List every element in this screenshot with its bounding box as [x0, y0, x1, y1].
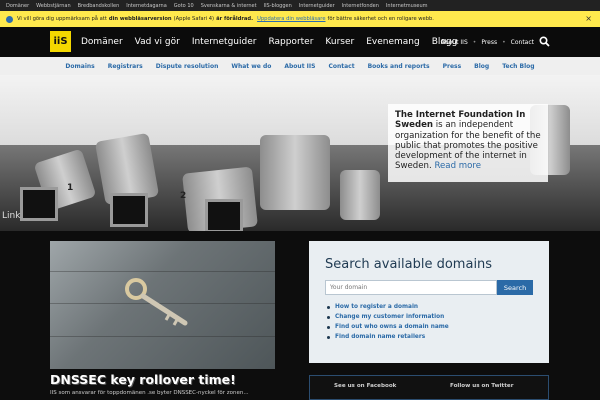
subnav-registrars[interactable]: Registrars: [108, 63, 143, 70]
network-port: [20, 187, 58, 221]
nav-item-domaner[interactable]: Domäner: [81, 37, 123, 47]
nav-item-kurser[interactable]: Kurser: [325, 37, 354, 47]
domain-search-input[interactable]: [325, 280, 498, 295]
port-number: 1: [67, 183, 74, 193]
nav-item-rapporter[interactable]: Rapporter: [268, 37, 313, 47]
twitter-link[interactable]: Follow us on Twitter: [450, 383, 513, 389]
top-link-goto10[interactable]: Goto 10: [174, 3, 194, 9]
top-link-internetfonden[interactable]: Internetfonden: [342, 3, 379, 9]
link-change-customer-info[interactable]: Change my customer information: [327, 312, 533, 322]
nav-item-vad-vi-gor[interactable]: Vad vi gör: [135, 37, 180, 47]
nav-separator: •: [472, 38, 477, 46]
domain-search-box: Search available domains Search How to r…: [309, 241, 549, 363]
info-icon: [6, 15, 13, 23]
alert-middle-text: (Apple Safari 4): [173, 16, 215, 22]
subnav-about-iis[interactable]: About IIS: [284, 63, 315, 70]
facebook-link[interactable]: See us on Facebook: [334, 383, 396, 389]
read-more-link[interactable]: Read more: [434, 161, 481, 171]
update-browser-link[interactable]: Uppdatera din webbläsare: [257, 16, 325, 22]
alert-text-before: Vi vill göra dig uppmärksam på att: [17, 16, 107, 22]
link-find-retailers[interactable]: Find domain name retailers: [327, 332, 533, 342]
top-links-bar: Domäner Webbstjärnan Bredbandskollen Int…: [0, 0, 600, 11]
close-icon[interactable]: ×: [585, 14, 592, 23]
alert-text-after: för bättre säkerhet och en roligare webb…: [327, 16, 434, 22]
domain-search-row: Search: [325, 280, 533, 295]
main-navigation: iiS Domäner Vad vi gör Internetguider Ra…: [0, 27, 600, 57]
top-link-domaner[interactable]: Domäner: [6, 3, 29, 9]
port-side-label: Link: [2, 211, 21, 221]
subnav-what-we-do[interactable]: What we do: [231, 63, 271, 70]
network-cable: [340, 170, 380, 220]
port-number: 2: [180, 191, 187, 201]
secondary-nav: About IIS • Press • Contact: [436, 27, 550, 57]
search-icon[interactable]: [539, 35, 550, 49]
subnav-domains[interactable]: Domains: [65, 63, 94, 70]
key-icon: [125, 278, 188, 326]
nav-separator: •: [502, 38, 506, 46]
social-bar: See us on Facebook Follow us on Twitter: [309, 375, 549, 400]
nav-item-evenemang[interactable]: Evenemang: [366, 37, 420, 47]
subnav-books-reports[interactable]: Books and reports: [368, 63, 430, 70]
alert-bold-text: din webbläsarversion: [108, 16, 172, 22]
top-link-internetmuseum[interactable]: Internetmuseum: [386, 3, 428, 9]
top-links: Domäner Webbstjärnan Bredbandskollen Int…: [0, 3, 435, 9]
subnav-contact[interactable]: Contact: [328, 63, 354, 70]
domain-search-title: Search available domains: [325, 257, 493, 272]
nav-about-iis[interactable]: About IIS: [441, 39, 468, 46]
nav-item-internetguider[interactable]: Internetguider: [192, 37, 257, 47]
key-image[interactable]: [50, 241, 275, 369]
link-how-to-register[interactable]: How to register a domain: [327, 302, 533, 312]
top-link-internetguider[interactable]: Internetguider: [299, 3, 335, 9]
network-cable: [260, 135, 330, 210]
subnav-press[interactable]: Press: [443, 63, 462, 70]
nav-contact[interactable]: Contact: [511, 39, 534, 46]
network-port: [110, 193, 148, 227]
subnav-blog[interactable]: Blog: [474, 63, 489, 70]
subnav-tech-blog[interactable]: Tech Blog: [502, 63, 534, 70]
alert-bold-text-2: är föråldrad.: [216, 16, 254, 22]
main-nav-items: Domäner Vad vi gör Internetguider Rappor…: [81, 27, 469, 57]
sub-navigation: Domains Registrars Dispute resolution Wh…: [0, 57, 600, 75]
nav-press[interactable]: Press: [481, 39, 497, 46]
browser-update-alert: Vi vill göra dig uppmärksam på att din w…: [0, 11, 600, 27]
top-link-webbstjarnan[interactable]: Webbstjärnan: [36, 3, 70, 9]
domain-search-button[interactable]: Search: [497, 280, 533, 295]
domain-links: How to register a domain Change my custo…: [325, 302, 533, 342]
top-link-svenskarna[interactable]: Svenskarna & internet: [201, 3, 257, 9]
hero-caption: The Internet Foundation In Sweden is an …: [388, 104, 548, 182]
top-link-internetdagarna[interactable]: Internetdagarna: [126, 3, 167, 9]
subnav-dispute-resolution[interactable]: Dispute resolution: [156, 63, 219, 70]
news-excerpt: IIS som ansvarar för toppdomänen .se byt…: [50, 390, 249, 396]
top-link-bredbandskollen[interactable]: Bredbandskollen: [78, 3, 120, 9]
top-link-iis-bloggen[interactable]: IIS-bloggen: [264, 3, 292, 9]
iis-logo[interactable]: iiS: [50, 31, 71, 52]
network-port: [205, 199, 243, 231]
link-find-domain-owner[interactable]: Find out who owns a domain name: [327, 322, 533, 332]
news-title[interactable]: DNSSEC key rollover time!: [50, 372, 236, 387]
